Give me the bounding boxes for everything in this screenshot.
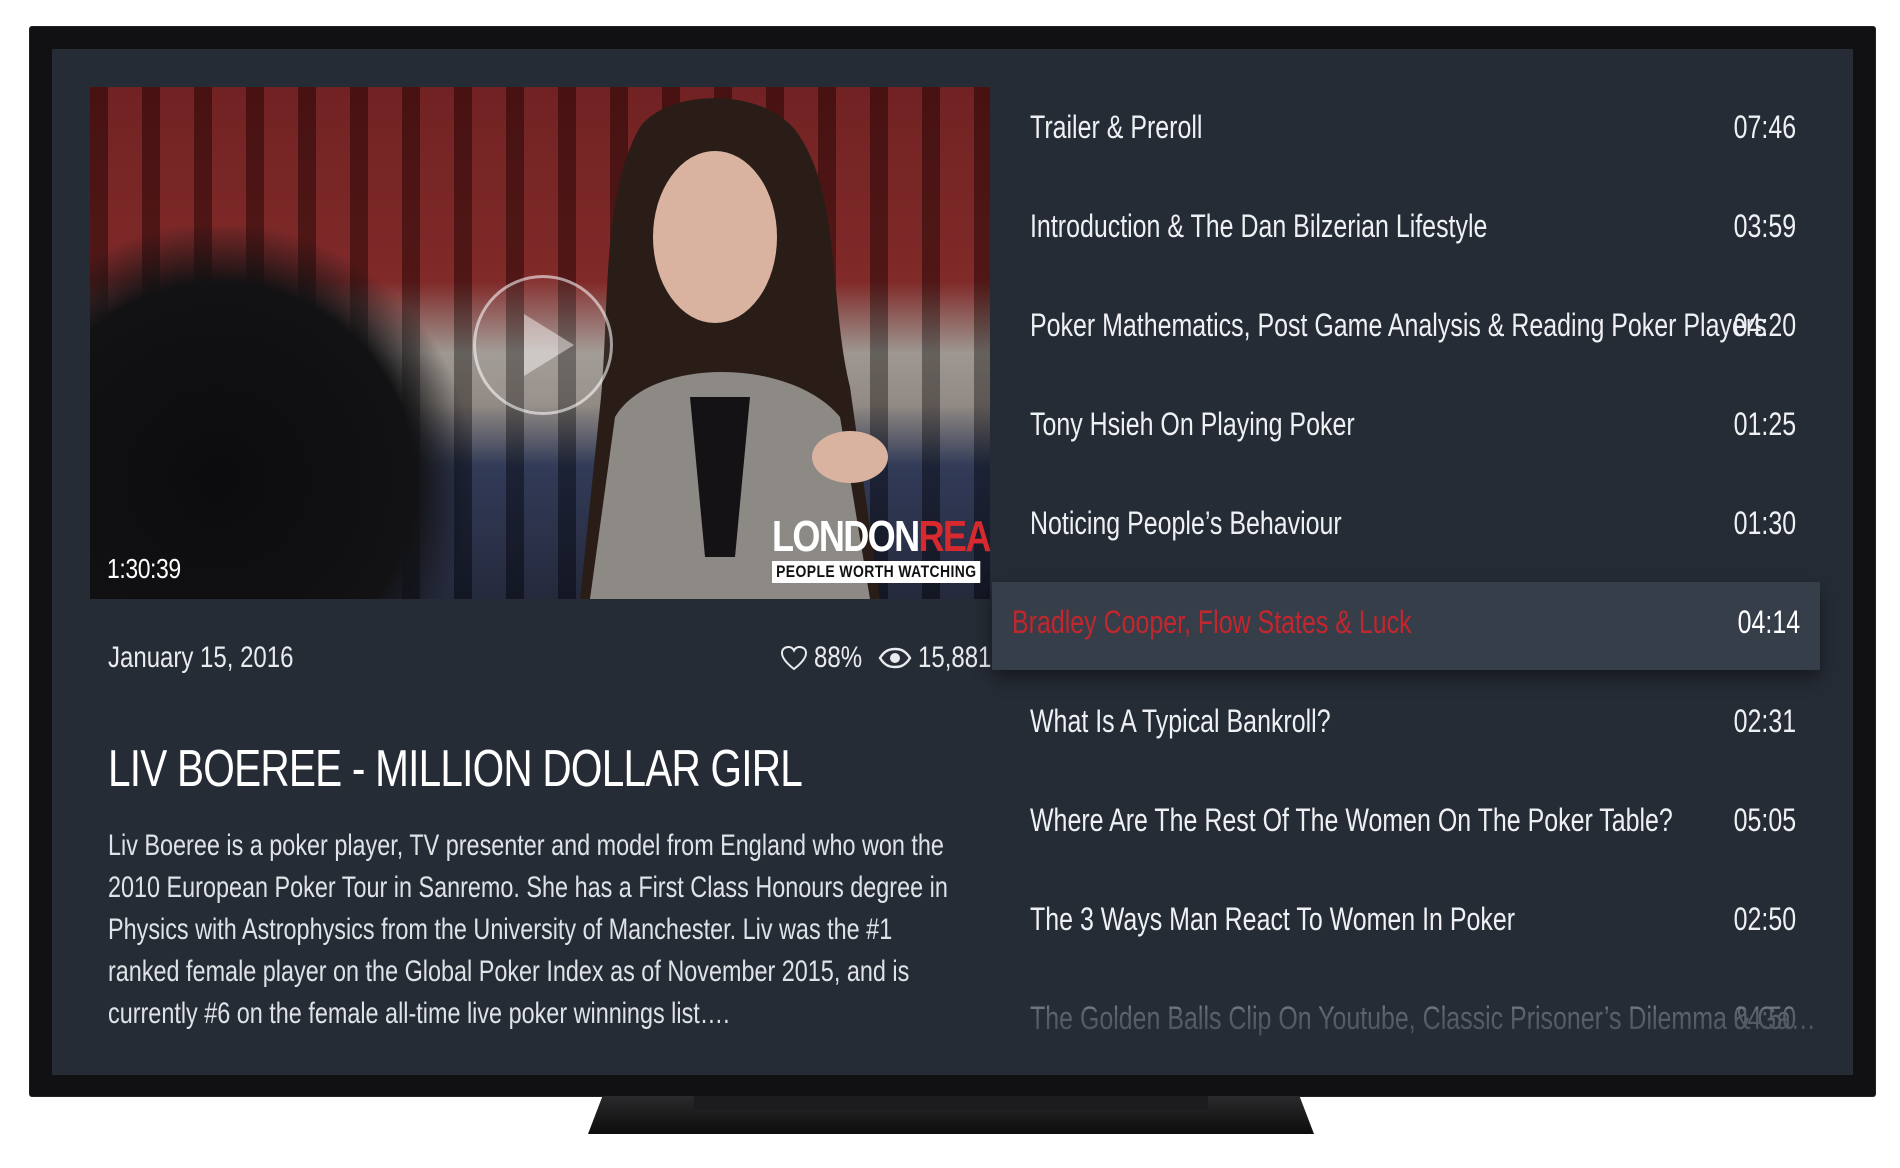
tv-screen: 1:30:39 LONDONREAL PEOPLE WORTH WATCHING… — [52, 49, 1853, 1075]
chapter-item[interactable]: Where Are The Rest Of The Women On The P… — [1012, 780, 1837, 868]
chapter-title: Poker Mathematics, Post Game Analysis & … — [1030, 307, 1767, 343]
tv-frame: 1:30:39 LONDONREAL PEOPLE WORTH WATCHING… — [30, 27, 1875, 1096]
likes-stat: 88% — [780, 641, 866, 675]
chapter-item[interactable]: Noticing People’s Behaviour 01:30 — [1012, 483, 1837, 571]
chapter-item[interactable]: What Is A Typical Bankroll? 02:31 — [1012, 681, 1837, 769]
views-stat: 15,881 — [878, 641, 992, 675]
episode-title: LIV BOEREE - MILLION DOLLAR GIRL — [108, 740, 803, 798]
play-button[interactable] — [473, 275, 613, 415]
chapter-duration: 05:05 — [1733, 802, 1796, 838]
chapter-duration: 04:20 — [1733, 307, 1796, 343]
chapter-duration: 01:25 — [1733, 406, 1796, 442]
play-icon — [524, 314, 574, 376]
chapter-item[interactable]: Tony Hsieh On Playing Poker 01:25 — [1012, 384, 1837, 472]
chapter-title: The 3 Ways Man React To Women In Poker — [1030, 901, 1516, 937]
video-player[interactable]: 1:30:39 LONDONREAL PEOPLE WORTH WATCHING — [90, 87, 990, 599]
chapter-item[interactable]: Introduction & The Dan Bilzerian Lifesty… — [1012, 186, 1837, 274]
chapter-duration: 03:59 — [1733, 208, 1796, 244]
chapter-duration: 04:14 — [1737, 604, 1800, 640]
views-count: 15,881 — [918, 641, 992, 674]
chapter-item[interactable]: Trailer & Preroll 07:46 — [1012, 87, 1837, 175]
chapter-item[interactable]: The Golden Balls Clip On Youtube, Classi… — [1012, 978, 1837, 1066]
chapter-duration: 04:50 — [1733, 1000, 1796, 1036]
heart-icon — [780, 645, 808, 671]
chapter-list[interactable]: Trailer & Preroll 07:46 Introduction & T… — [992, 87, 1852, 1036]
chapter-title: Introduction & The Dan Bilzerian Lifesty… — [1030, 208, 1488, 244]
chapter-title: Tony Hsieh On Playing Poker — [1030, 406, 1355, 442]
chapter-item[interactable]: Poker Mathematics, Post Game Analysis & … — [1012, 285, 1837, 373]
video-stats: 88% 15,881 — [780, 641, 992, 675]
tv-stand-neck — [694, 1096, 1208, 1110]
chapter-duration: 02:31 — [1733, 703, 1796, 739]
chapter-title: Trailer & Preroll — [1030, 109, 1203, 145]
chapter-title: Bradley Cooper, Flow States & Luck — [1012, 604, 1412, 640]
chapter-duration: 07:46 — [1733, 109, 1796, 145]
chapter-title: Noticing People’s Behaviour — [1030, 505, 1342, 541]
chapter-title: What Is A Typical Bankroll? — [1030, 703, 1331, 739]
chapter-item-selected[interactable]: Bradley Cooper, Flow States & Luck 04:14 — [992, 582, 1820, 670]
interviewer-silhouette — [90, 227, 470, 599]
chapter-duration: 02:50 — [1733, 901, 1796, 937]
publish-date: January 15, 2016 — [108, 641, 294, 674]
eye-icon — [878, 647, 912, 669]
logo-word-red: REAL — [918, 512, 990, 561]
logo-wordmark: LONDONREAL — [772, 512, 990, 561]
chapter-duration: 01:30 — [1733, 505, 1796, 541]
chapter-title: The Golden Balls Clip On Youtube, Classi… — [1030, 1000, 1816, 1036]
chapter-title: Where Are The Rest Of The Women On The P… — [1030, 802, 1673, 838]
tv-stand — [588, 1096, 1314, 1136]
likes-percent: 88% — [814, 641, 863, 674]
video-duration: 1:30:39 — [107, 553, 181, 584]
logo-tagline: PEOPLE WORTH WATCHING — [772, 561, 981, 583]
logo-word-white: LONDON — [772, 512, 920, 561]
chapter-item[interactable]: The 3 Ways Man React To Women In Poker 0… — [1012, 879, 1837, 967]
episode-description: Liv Boeree is a poker player, TV present… — [108, 829, 948, 1030]
channel-logo: LONDONREAL PEOPLE WORTH WATCHING — [772, 512, 990, 583]
